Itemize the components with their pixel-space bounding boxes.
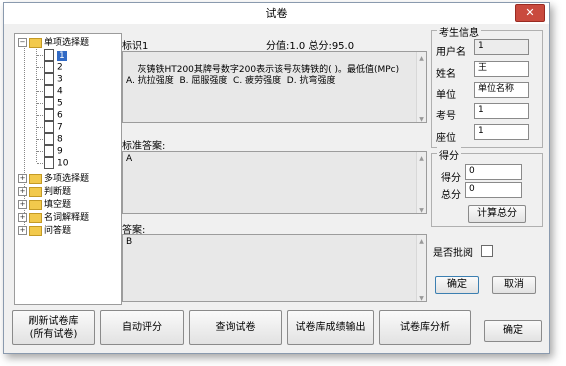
seat-label: 座位 <box>436 133 456 144</box>
unit-field[interactable]: 单位名称 <box>474 82 529 98</box>
document-icon <box>44 133 54 145</box>
confirm-button[interactable]: 确定 <box>484 320 542 342</box>
collapse-icon[interactable]: − <box>18 38 27 47</box>
tree-item-3[interactable]: 3 <box>44 73 63 85</box>
question-id-label: 标识1 <box>122 41 149 52</box>
scroll-up-icon[interactable]: ▲ <box>418 53 425 62</box>
document-icon <box>44 49 54 61</box>
tree-item-6[interactable]: 6 <box>44 109 63 121</box>
calculate-total-button[interactable]: 计算总分 <box>468 205 526 223</box>
tree-node-true-false[interactable]: + 判断题 <box>18 186 71 198</box>
exam-number-label: 考号 <box>436 111 456 122</box>
document-icon <box>44 85 54 97</box>
tree-item-5[interactable]: 5 <box>44 97 63 109</box>
expand-icon[interactable]: + <box>18 174 27 183</box>
tree-item-10[interactable]: 10 <box>44 157 68 169</box>
standard-answer-scrollbar[interactable]: ▲ ▼ <box>416 152 426 214</box>
title-bar: 试卷 ✕ <box>4 3 549 24</box>
tree-node-single-choice[interactable]: − 单项选择题 <box>18 37 89 49</box>
document-icon <box>44 121 54 133</box>
scroll-down-icon[interactable]: ▼ <box>418 205 425 214</box>
expand-icon[interactable]: + <box>18 187 27 196</box>
candidate-info-title: 考生信息 <box>437 24 481 39</box>
unit-label: 单位 <box>436 90 456 101</box>
question-text-box[interactable]: 灰铸铁HT200其牌号数字200表示该号灰铸铁的( )。最低值(MPc) A. … <box>122 51 427 123</box>
tree-node-term-explanation[interactable]: + 名词解释题 <box>18 212 89 224</box>
reviewed-label: 是否批阅 <box>433 248 473 259</box>
exam-window: 试卷 ✕ − 单项选择题 1 2 3 4 5 6 7 8 9 10 + 多项选择题 … <box>3 2 550 354</box>
answer-text: B <box>126 237 133 247</box>
scroll-up-icon[interactable]: ▲ <box>418 236 425 245</box>
scroll-down-icon[interactable]: ▼ <box>418 293 425 302</box>
query-exam-button[interactable]: 查询试卷 <box>189 310 282 345</box>
library-analysis-button[interactable]: 试卷库分析 <box>379 310 471 345</box>
tree-item-8[interactable]: 8 <box>44 133 63 145</box>
reviewed-checkbox[interactable] <box>481 245 493 257</box>
answer-scrollbar[interactable]: ▲ ▼ <box>416 235 426 302</box>
ok-button[interactable]: 确定 <box>435 276 479 294</box>
answer-box[interactable]: B ▲ ▼ <box>122 234 427 302</box>
export-scores-button[interactable]: 试卷库成绩输出 <box>287 310 374 345</box>
document-icon <box>44 157 54 169</box>
name-field[interactable]: 王 <box>474 61 529 77</box>
tree-item-9[interactable]: 9 <box>44 145 63 157</box>
question-score-label: 分值:1.0 总分:95.0 <box>266 41 355 52</box>
folder-icon <box>29 225 42 236</box>
close-icon[interactable]: ✕ <box>515 4 545 22</box>
tree-node-multiple-choice[interactable]: + 多项选择题 <box>18 173 89 185</box>
document-icon <box>44 97 54 109</box>
folder-icon <box>29 37 42 48</box>
name-label: 姓名 <box>436 69 456 80</box>
question-text: 灰铸铁HT200其牌号数字200表示该号灰铸铁的( )。最低值(MPc) A. … <box>126 65 400 86</box>
window-title: 试卷 <box>265 7 288 20</box>
cancel-button[interactable]: 取消 <box>492 276 536 294</box>
expand-icon[interactable]: + <box>18 213 27 222</box>
folder-icon <box>29 173 42 184</box>
tree-item-4[interactable]: 4 <box>44 85 63 97</box>
tree-item-1[interactable]: 1 <box>44 49 67 61</box>
refresh-library-button[interactable]: 刷新试卷库 (所有试卷) <box>12 310 95 345</box>
seat-field[interactable]: 1 <box>474 124 529 140</box>
standard-answer-box[interactable]: A ▲ ▼ <box>122 151 427 214</box>
document-icon <box>44 61 54 73</box>
total-label: 总分 <box>441 190 461 201</box>
tree-item-2[interactable]: 2 <box>44 61 63 73</box>
folder-icon <box>29 199 42 210</box>
exam-number-field[interactable]: 1 <box>474 103 529 119</box>
question-scrollbar[interactable]: ▲ ▼ <box>416 52 426 123</box>
standard-answer-label: 标准答案: <box>122 141 166 152</box>
auto-grade-button[interactable]: 自动评分 <box>100 310 184 345</box>
standard-answer-text: A <box>126 154 133 164</box>
scroll-down-icon[interactable]: ▼ <box>418 114 425 123</box>
folder-icon <box>29 186 42 197</box>
username-field[interactable]: 1 <box>474 39 529 55</box>
total-field[interactable]: 0 <box>465 182 522 198</box>
tree-node-fill-blank[interactable]: + 填空题 <box>18 199 71 211</box>
score-group-title: 得分 <box>437 147 461 162</box>
question-tree[interactable]: − 单项选择题 1 2 3 4 5 6 7 8 9 10 + 多项选择题 + 判断题 … <box>14 33 122 305</box>
tree-item-7[interactable]: 7 <box>44 121 63 133</box>
document-icon <box>44 109 54 121</box>
scroll-up-icon[interactable]: ▲ <box>418 153 425 162</box>
tree-node-essay[interactable]: + 问答题 <box>18 225 71 237</box>
score-label: 得分 <box>441 173 461 184</box>
document-icon <box>44 145 54 157</box>
score-field[interactable]: 0 <box>465 164 522 180</box>
expand-icon[interactable]: + <box>18 200 27 209</box>
refresh-library-label: 刷新试卷库 <box>28 316 79 327</box>
document-icon <box>44 73 54 85</box>
expand-icon[interactable]: + <box>18 226 27 235</box>
folder-icon <box>29 212 42 223</box>
refresh-library-sublabel: (所有试卷) <box>29 329 78 340</box>
username-label: 用户名 <box>436 47 466 58</box>
